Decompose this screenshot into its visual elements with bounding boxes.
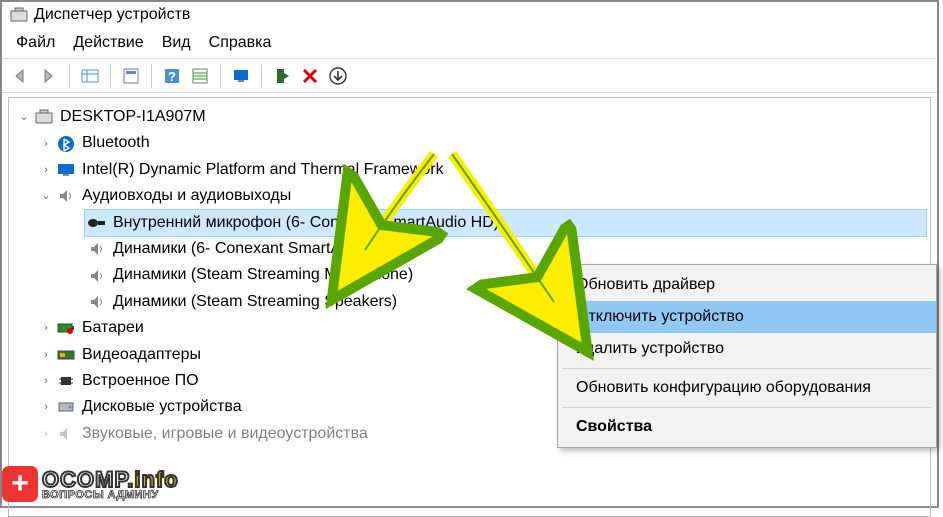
speaker-icon [87,293,107,311]
menu-file[interactable]: Файл [16,34,55,52]
tree-item-audio-io[interactable]: ⌄ Аудиовходы и аудиовыходы [13,183,926,209]
tree-item-label: Intel(R) Dynamic Platform and Thermal Fr… [82,157,444,183]
toolbar-sep [220,64,221,88]
gpu-icon [56,346,76,364]
sound-icon [56,425,76,443]
tree-item-intel-dptf[interactable]: › Intel(R) Dynamic Platform and Thermal … [13,157,926,183]
window-title: Диспетчер устройств [34,6,190,24]
plus-icon: + [2,466,38,502]
svg-text:?: ? [168,69,176,84]
cm-item-label: Удалить устройство [576,340,724,357]
cm-properties[interactable]: Свойства [558,411,936,443]
tree-item-label: Bluetooth [82,130,150,156]
expand-icon[interactable]: › [39,348,53,362]
toolbar-sep [69,64,70,88]
tree-item-label: Динамики (Steam Streaming Microphone) [113,262,413,288]
cm-item-label: Обновить драйвер [576,276,715,293]
speaker-icon [87,267,107,285]
titlebar: Диспетчер устройств [2,2,937,28]
cm-item-label: Свойства [576,418,652,435]
tree-item-label: Аудиовходы и аудиовыходы [82,183,291,209]
tree-item-bluetooth[interactable]: › Bluetooth [13,130,926,156]
tree-item-label: Встроенное ПО [82,368,199,394]
cm-disable-device[interactable]: Отключить устройство [558,301,936,333]
battery-icon [56,319,76,337]
tree-item-speakers-conexant[interactable]: Динамики (6- Conexant SmartAudio HD) [85,236,926,262]
show-hidden-button[interactable] [77,63,103,89]
context-menu-separator [562,407,932,408]
tree-item-label: Внутренний микрофон (6- Conexant SmartAu… [113,210,499,236]
down-arrow-button[interactable] [325,63,351,89]
disable-device-button[interactable] [269,63,295,89]
app-icon [10,7,28,23]
tree-item-label: Батареи [82,315,144,341]
watermark-tagline: ВОПРОСЫ АДМИНУ [42,489,179,501]
tree-item-label: Динамики (Steam Streaming Speakers) [113,289,397,315]
device-manager-window: Диспетчер устройств Файл Действие Вид Сп… [0,0,939,508]
expand-icon[interactable]: ⌄ [17,110,31,124]
expand-icon[interactable]: › [39,163,53,177]
toolbar-sep [110,64,111,88]
menu-help[interactable]: Справка [209,34,272,52]
cm-scan-hardware[interactable]: Обновить конфигурацию оборудования [558,372,936,404]
uninstall-device-button[interactable] [297,63,323,89]
tree-item-label: Видеоадаптеры [82,342,201,368]
menubar: Файл Действие Вид Справка [2,28,937,59]
expand-icon[interactable]: ⌄ [39,189,53,203]
cm-item-label: Обновить конфигурацию оборудования [576,379,871,396]
context-menu: Обновить драйвер Отключить устройство Уд… [557,264,937,448]
help-button[interactable]: ? [159,63,185,89]
context-menu-separator [562,368,932,369]
toolbar-sep [261,64,262,88]
mic-icon [87,214,107,232]
menu-view[interactable]: Вид [162,34,191,52]
forward-button[interactable] [36,63,62,89]
back-button[interactable] [8,63,34,89]
menu-action[interactable]: Действие [73,34,143,52]
disk-icon [56,398,76,416]
properties-button[interactable] [118,63,144,89]
cm-uninstall-device[interactable]: Удалить устройство [558,333,936,365]
expand-icon[interactable]: › [39,400,53,414]
bluetooth-icon [56,135,76,153]
computer-icon [34,108,54,126]
tree-item-label: Дисковые устройства [82,394,242,420]
expand-icon[interactable]: › [39,321,53,335]
cm-update-driver[interactable]: Обновить драйвер [558,269,936,301]
expand-icon[interactable]: › [39,137,53,151]
cm-item-label: Отключить устройство [576,308,744,325]
tree-item-internal-mic[interactable]: Внутренний микрофон (6- Conexant SmartAu… [85,210,926,236]
expand-icon[interactable]: › [39,427,53,441]
site-watermark: + OCOMP.info ВОПРОСЫ АДМИНУ [2,466,179,502]
update-driver-button[interactable] [228,63,254,89]
chip-icon [56,372,76,390]
tree-root-label: DESKTOP-I1A907M [60,104,206,130]
speaker-icon [87,240,107,258]
scan-hardware-button[interactable] [187,63,213,89]
tree-item-label: Звуковые, игровые и видеоустройства [82,421,368,447]
expand-icon[interactable]: › [39,374,53,388]
toolbar-sep [151,64,152,88]
speaker-icon [56,187,76,205]
toolbar: ? [2,59,937,93]
tree-item-label: Динамики (6- Conexant SmartAudio HD) [113,236,404,262]
tree-root[interactable]: ⌄ DESKTOP-I1A907M [13,104,926,130]
monitor-icon [56,161,76,179]
